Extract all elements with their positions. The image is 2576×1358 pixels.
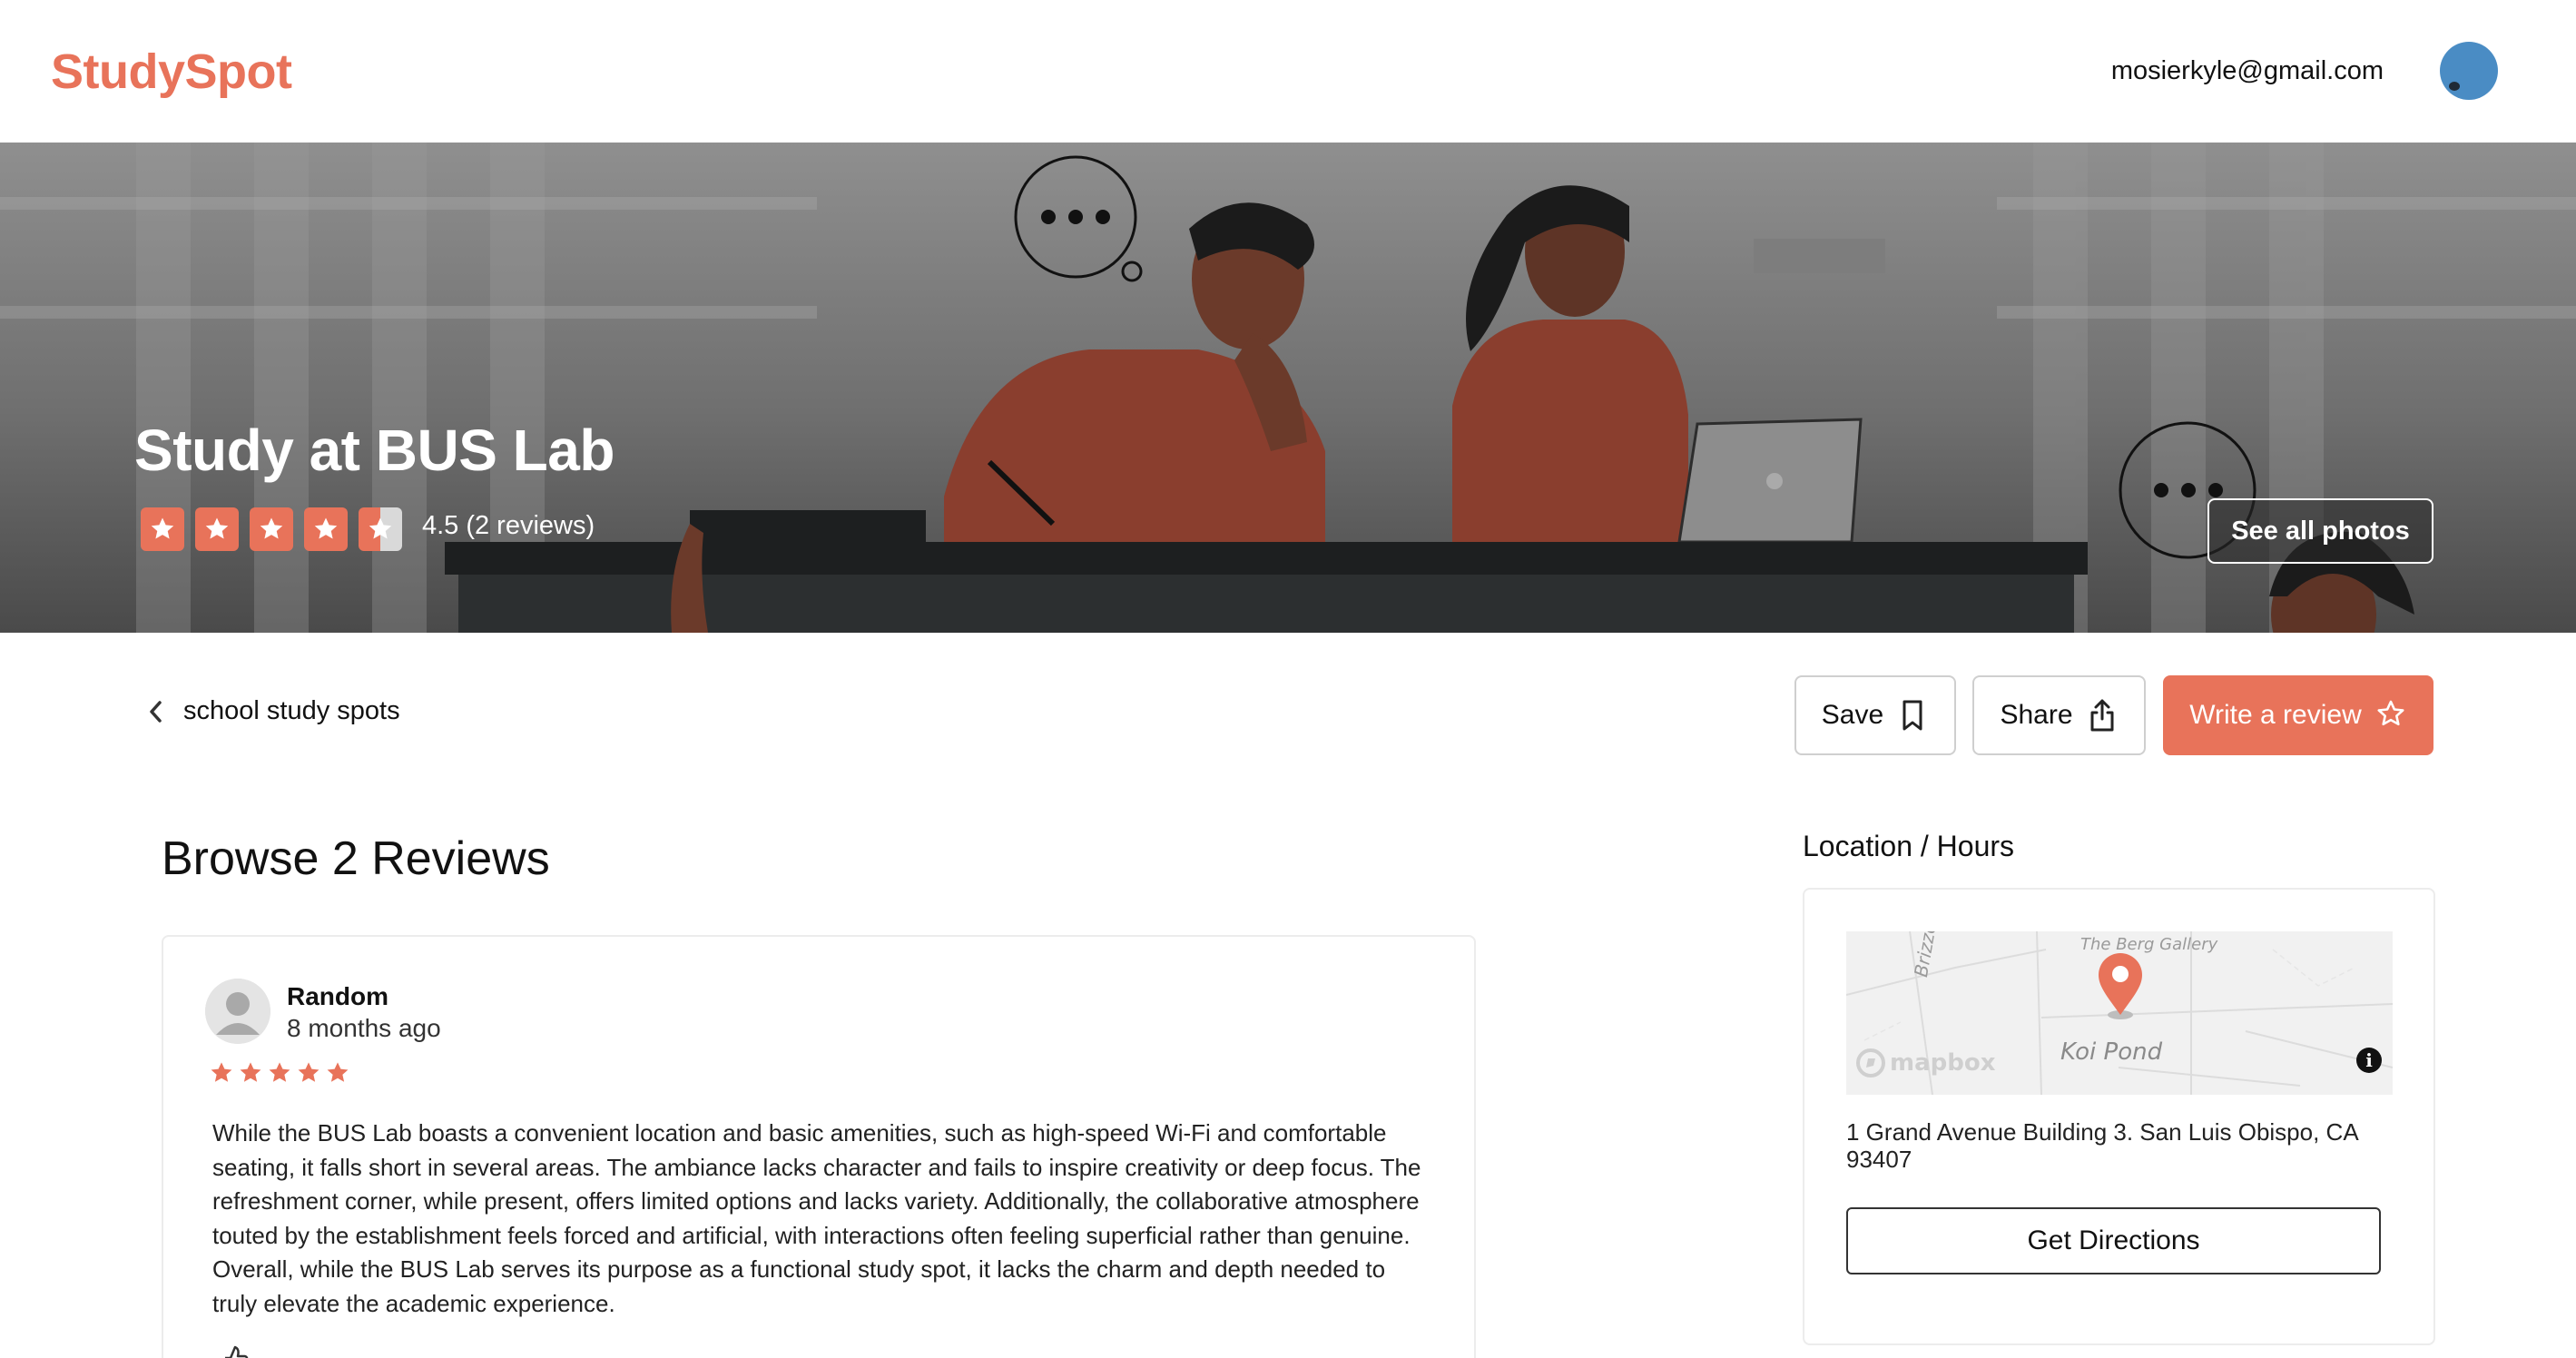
mapbox-icon	[1856, 1048, 1885, 1078]
save-button[interactable]: Save	[1794, 675, 1956, 755]
user-avatar[interactable]	[2440, 42, 2498, 100]
star-icon	[298, 1062, 320, 1082]
review-card: Random 8 months ago While the BUS Lab bo…	[162, 935, 1476, 1358]
star-icon	[211, 1062, 232, 1082]
star-icon	[304, 507, 348, 551]
reviews-heading: Browse 2 Reviews	[162, 832, 550, 885]
write-review-button[interactable]: Write a review	[2163, 675, 2433, 755]
reviewer-avatar	[205, 979, 270, 1044]
mapbox-logo[interactable]: mapbox	[1855, 1048, 1996, 1078]
chevron-left-icon	[150, 700, 162, 723]
user-email: mosierkyle@gmail.com	[2110, 56, 2384, 85]
star-icon	[327, 1062, 349, 1082]
share-icon	[2090, 699, 2114, 732]
hero-banner: Study at BUS Lab 4.5 (2 reviews) See all…	[0, 143, 2576, 633]
star-icon	[250, 507, 293, 551]
share-button-label: Share	[2000, 700, 2073, 730]
see-all-photos-button[interactable]: See all photos	[2207, 498, 2433, 564]
app-logo[interactable]: StudySpot	[51, 44, 292, 100]
get-directions-button[interactable]: Get Directions	[1846, 1207, 2381, 1274]
star-icon	[269, 1062, 290, 1082]
review-timestamp: 8 months ago	[287, 1014, 441, 1042]
spot-title: Study at BUS Lab	[134, 418, 615, 483]
info-icon[interactable]: i	[2356, 1048, 2382, 1073]
review-body: While the BUS Lab boasts a convenient lo…	[212, 1119, 1421, 1317]
hero-rating-stars	[141, 507, 402, 551]
bookmark-icon	[1903, 700, 1922, 731]
rating-summary: 4.5 (2 reviews)	[422, 511, 595, 541]
mapbox-attribution: mapbox	[1890, 1049, 1996, 1077]
share-button[interactable]: Share	[1972, 675, 2146, 755]
thumbs-up-icon[interactable]	[218, 1343, 251, 1358]
back-link-label: school study spots	[183, 696, 400, 725]
review-count: (2 reviews)	[466, 511, 595, 540]
back-link[interactable]: school study spots	[145, 696, 400, 726]
location-map[interactable]: Brizzolare The Berg Gallery Koi Pond map…	[1846, 931, 2393, 1095]
save-button-label: Save	[1821, 700, 1884, 730]
rating-value: 4.5	[422, 511, 459, 540]
review-star-rating	[209, 1060, 350, 1086]
star-icon	[195, 507, 239, 551]
star-outline-icon	[2377, 700, 2404, 726]
location-heading: Location / Hours	[1803, 830, 2015, 862]
default-user-icon	[205, 979, 270, 1044]
write-review-label: Write a review	[2189, 700, 2362, 730]
half-star-icon	[359, 507, 402, 551]
address-text: 1 Grand Avenue Building 3. San Luis Obis…	[1846, 1118, 2358, 1173]
top-header: StudySpot mosierkyle@gmail.com	[0, 0, 2576, 143]
star-icon	[141, 507, 184, 551]
reviewer-name[interactable]: Random	[287, 982, 388, 1011]
hero-illustration	[0, 143, 2576, 633]
location-card: Brizzolare The Berg Gallery Koi Pond map…	[1803, 888, 2435, 1345]
star-icon	[240, 1062, 261, 1082]
